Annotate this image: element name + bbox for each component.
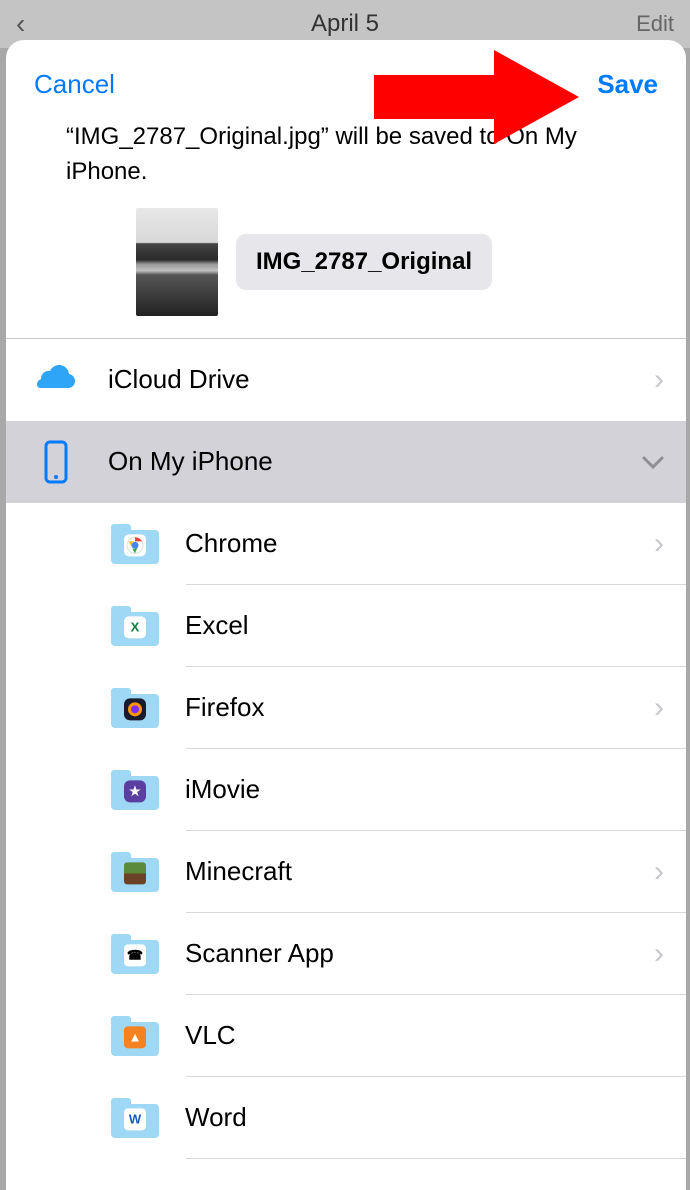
folder-icon bbox=[111, 688, 159, 728]
chevron-right-icon: › bbox=[654, 855, 664, 889]
folder-icon bbox=[111, 852, 159, 892]
chrome-icon bbox=[124, 534, 146, 556]
folder-icon: ★ bbox=[111, 770, 159, 810]
folder-minecraft[interactable]: Minecraft › bbox=[6, 831, 686, 913]
chevron-down-icon bbox=[642, 446, 664, 477]
folder-label: VLC bbox=[185, 1020, 664, 1051]
folder-word[interactable]: W Word bbox=[6, 1077, 686, 1159]
back-chevron-icon[interactable]: ‹ bbox=[16, 8, 25, 40]
imovie-icon: ★ bbox=[124, 780, 146, 802]
scanner-icon: ☎ bbox=[124, 944, 146, 966]
file-thumbnail bbox=[136, 208, 218, 316]
file-preview: IMG_2787_Original bbox=[6, 200, 686, 338]
save-button[interactable]: Save bbox=[597, 69, 658, 100]
sheet-header: Cancel Save bbox=[6, 40, 686, 118]
folder-label: Word bbox=[185, 1102, 664, 1133]
folder-firefox[interactable]: Firefox › bbox=[6, 667, 686, 749]
folder-label: Minecraft bbox=[185, 856, 654, 887]
firefox-icon bbox=[124, 698, 146, 720]
word-icon: W bbox=[124, 1108, 146, 1130]
folder-icon bbox=[111, 524, 159, 564]
chevron-right-icon: › bbox=[654, 691, 664, 725]
folder-label: Excel bbox=[185, 610, 664, 641]
folder-icon: ▲ bbox=[111, 1016, 159, 1056]
save-sheet: Cancel Save “IMG_2787_Original.jpg” will… bbox=[6, 40, 686, 1190]
vlc-icon: ▲ bbox=[124, 1026, 146, 1048]
cancel-button[interactable]: Cancel bbox=[34, 69, 115, 100]
edit-button[interactable]: Edit bbox=[636, 11, 674, 37]
folder-icon: W bbox=[111, 1098, 159, 1138]
location-on-my-iphone[interactable]: On My iPhone bbox=[6, 421, 686, 503]
location-label: iCloud Drive bbox=[108, 364, 654, 395]
chevron-right-icon: › bbox=[654, 363, 664, 397]
folder-icon: X bbox=[111, 606, 159, 646]
chevron-right-icon: › bbox=[654, 527, 664, 561]
chevron-right-icon: › bbox=[654, 937, 664, 971]
minecraft-icon bbox=[124, 862, 146, 884]
location-label: On My iPhone bbox=[108, 446, 642, 477]
folder-scanner-app[interactable]: ☎ Scanner App › bbox=[6, 913, 686, 995]
iphone-icon bbox=[32, 438, 80, 486]
save-message: “IMG_2787_Original.jpg” will be saved to… bbox=[6, 118, 686, 200]
locations-list: iCloud Drive › On My iPhone Chr bbox=[6, 338, 686, 1159]
location-icloud-drive[interactable]: iCloud Drive › bbox=[6, 339, 686, 421]
excel-icon: X bbox=[124, 616, 146, 638]
folder-label: Chrome bbox=[185, 528, 654, 559]
icloud-icon bbox=[32, 356, 80, 404]
folder-imovie[interactable]: ★ iMovie bbox=[6, 749, 686, 831]
folder-chrome[interactable]: Chrome › bbox=[6, 503, 686, 585]
folder-vlc[interactable]: ▲ VLC bbox=[6, 995, 686, 1077]
filename-input[interactable]: IMG_2787_Original bbox=[236, 234, 492, 290]
folder-icon: ☎ bbox=[111, 934, 159, 974]
folder-label: Scanner App bbox=[185, 938, 654, 969]
folder-label: iMovie bbox=[185, 774, 664, 805]
folder-excel[interactable]: X Excel bbox=[6, 585, 686, 667]
backdrop-title: April 5 bbox=[311, 10, 379, 38]
folder-label: Firefox bbox=[185, 692, 654, 723]
